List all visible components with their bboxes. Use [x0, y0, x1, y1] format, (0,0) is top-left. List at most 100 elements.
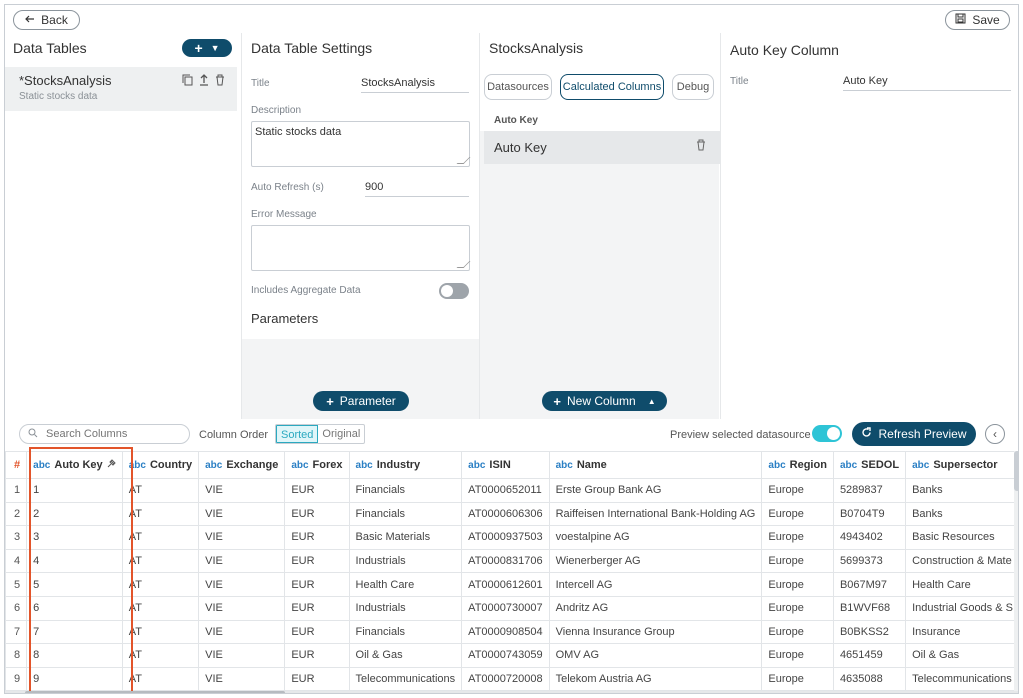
search-columns[interactable] [19, 424, 190, 444]
preview-datasource-toggle[interactable] [812, 425, 842, 442]
table-row[interactable]: 8 8 AT VIE EUR Oil & Gas AT0000743059 OMV AG Eur… [5, 643, 1018, 668]
table-cell: Raiffeisen International Bank-Holding AG [548, 501, 763, 527]
order-sorted-option[interactable]: Sorted [276, 425, 319, 443]
table-cell: B1WVF68 [832, 595, 907, 621]
table-row[interactable]: 9 9 AT VIE EUR Telecommunications AT0000720008… [5, 666, 1018, 692]
table-row[interactable]: 2 2 AT VIE EUR Financials AT0000606306 Raiffeis… [5, 501, 1018, 527]
table-cell: 5 [26, 572, 123, 597]
table-cell: Health Care [348, 572, 463, 597]
auto-refresh-field[interactable]: 900 [365, 181, 469, 197]
column-title-field[interactable]: Auto Key [843, 75, 1011, 91]
auto-refresh-label: Auto Refresh (s) [251, 182, 324, 193]
table-row[interactable]: 4 4 AT VIE EUR Industrials AT0000831706 Wienerb… [5, 548, 1018, 574]
tab-debug[interactable]: Debug [672, 74, 714, 100]
trash-icon[interactable] [696, 139, 706, 154]
save-button[interactable]: Save [945, 10, 1010, 30]
copy-icon[interactable] [182, 74, 193, 89]
row-number: 1 [5, 478, 28, 503]
column-header[interactable]: abc Name [548, 451, 763, 479]
trash-icon[interactable] [215, 74, 225, 89]
column-header-label: Auto Key [54, 459, 103, 471]
table-cell: Financials [348, 501, 463, 527]
search-input[interactable] [44, 427, 184, 441]
table-cell: EUR [284, 666, 350, 692]
table-row[interactable]: 6 6 AT VIE EUR Industrials AT0000730007 Andritz… [5, 595, 1018, 621]
table-cell: Basic Materials [348, 525, 463, 550]
column-header[interactable]: abc Supersector [905, 451, 1018, 479]
text-type-icon: abc [555, 460, 573, 471]
table-cell: EUR [284, 501, 350, 527]
aggregate-label: Includes Aggregate Data [251, 285, 361, 296]
table-cell: voestalpine AG [548, 525, 763, 550]
table-cell: 4635088 [832, 666, 907, 692]
table-cell: 4943402 [832, 525, 907, 550]
column-order-toggle[interactable]: Sorted Original [275, 424, 366, 444]
table-row[interactable]: 7 7 AT VIE EUR Financials AT0000908504 Vienna I… [5, 619, 1018, 645]
error-message-label: Error Message [251, 209, 317, 220]
upload-icon[interactable] [199, 74, 209, 89]
table-cell: 2 [26, 501, 123, 527]
title-field[interactable]: StocksAnalysis [361, 77, 469, 93]
order-original-option[interactable]: Original [318, 425, 364, 443]
column-header[interactable]: abc Exchange [198, 451, 286, 479]
horizontal-scrollbar[interactable] [5, 691, 1018, 693]
column-header[interactable]: abc Forex [284, 451, 350, 479]
table-cell: VIE [198, 501, 286, 527]
table-cell: AT0000937503 [461, 525, 550, 550]
data-table-item[interactable]: *StocksAnalysis Static stocks data [5, 67, 237, 111]
new-column-button[interactable]: + New Column ▲ [542, 391, 667, 411]
table-cell: Financials [348, 619, 463, 645]
column-header[interactable]: abc Region [761, 451, 834, 479]
column-header[interactable]: abc Industry [348, 451, 463, 479]
row-number: 8 [5, 643, 28, 668]
table-row[interactable]: 1 1 AT VIE EUR Financials AT0000652011 Erste Gr… [5, 478, 1018, 503]
table-cell: Telecommunications [905, 666, 1018, 692]
search-icon [28, 428, 38, 441]
add-parameter-button[interactable]: + Parameter [313, 391, 409, 411]
error-message-textarea[interactable] [251, 225, 470, 271]
table-cell: VIE [198, 666, 286, 692]
table-cell: B067M97 [832, 572, 907, 597]
table-cell: AT0000831706 [461, 548, 550, 574]
parameters-area: + Parameter [242, 339, 479, 419]
table-cell: AT [121, 525, 200, 550]
refresh-preview-button[interactable]: Refresh Preview [852, 422, 976, 446]
save-label: Save [972, 13, 1000, 27]
tab-datasources[interactable]: Datasources [484, 74, 552, 100]
row-number: 5 [5, 572, 28, 597]
text-type-icon: abc [768, 460, 786, 471]
vertical-scrollbar[interactable] [1014, 451, 1018, 691]
back-button[interactable]: Back [13, 10, 80, 30]
table-header-row: # abc Auto Key abc Country abc Exchange abc For… [5, 451, 1018, 479]
description-textarea[interactable]: Static stocks data [251, 121, 470, 167]
table-cell: Europe [761, 548, 834, 574]
text-type-icon: abc [912, 460, 930, 471]
description-label: Description [251, 105, 302, 116]
add-table-button[interactable]: + ▼ [182, 39, 232, 57]
table-cell: Europe [761, 478, 834, 503]
table-item-name: *StocksAnalysis [19, 73, 112, 88]
chevron-left-icon: ‹ [993, 427, 997, 441]
row-number: 3 [5, 525, 28, 550]
pin-icon[interactable] [107, 459, 116, 471]
table-cell: Basic Resources [905, 525, 1018, 550]
column-header[interactable]: abc SEDOL [832, 451, 907, 479]
table-cell: AT0000606306 [461, 501, 550, 527]
table-cell: AT [121, 619, 200, 645]
table-cell: Health Care [905, 572, 1018, 597]
table-cell: VIE [198, 619, 286, 645]
data-tables-title: Data Tables [13, 40, 87, 56]
table-cell: Banks [905, 478, 1018, 503]
table-row[interactable]: 5 5 AT VIE EUR Health Care AT0000612601 Interce… [5, 572, 1018, 597]
tab-calculated-columns[interactable]: Calculated Columns [560, 74, 664, 100]
column-header[interactable]: abc Country [121, 451, 200, 479]
aggregate-toggle[interactable] [439, 283, 469, 299]
column-header[interactable]: abc Auto Key [26, 451, 123, 479]
calculated-column-item[interactable]: Auto Key [484, 131, 720, 164]
column-title-label: Title [730, 76, 749, 87]
column-header[interactable]: abc ISIN [461, 451, 550, 479]
collapse-button[interactable]: ‹ [985, 424, 1005, 444]
text-type-icon: abc [33, 460, 51, 471]
table-cell: 4651459 [832, 643, 907, 668]
table-row[interactable]: 3 3 AT VIE EUR Basic Materials AT0000937503 voe… [5, 525, 1018, 550]
